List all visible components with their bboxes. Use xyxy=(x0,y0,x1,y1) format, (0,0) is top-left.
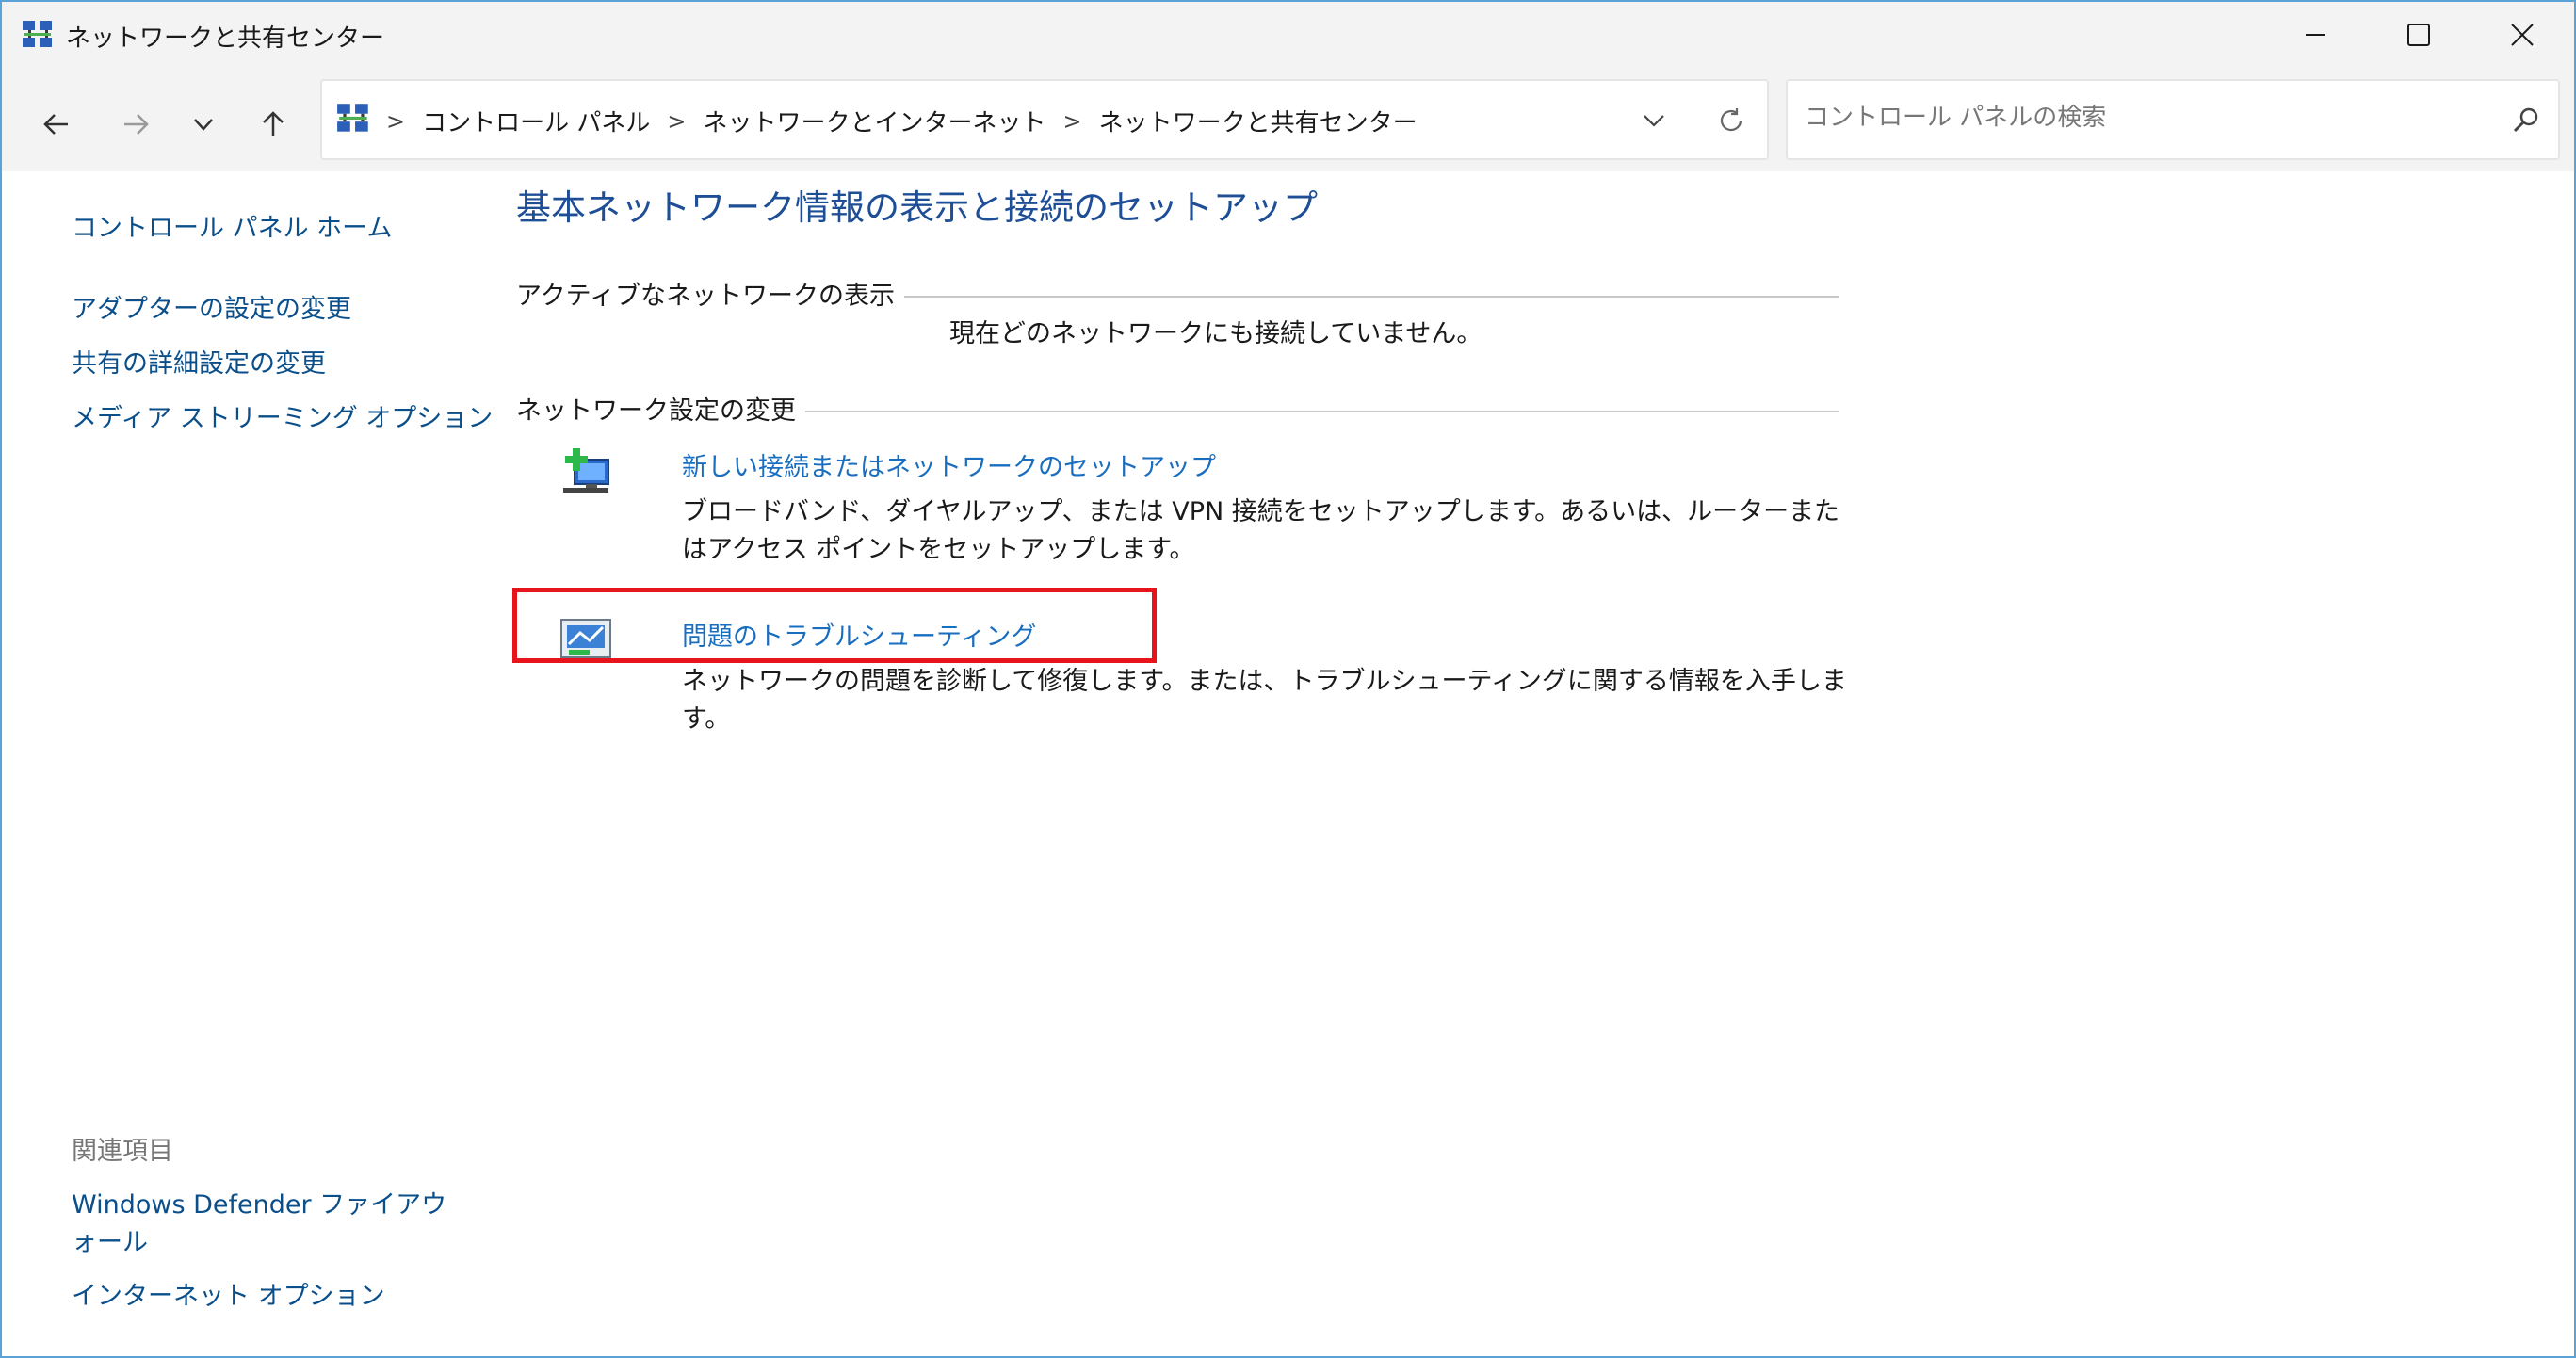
divider xyxy=(805,410,1839,412)
chevron-right-icon[interactable]: > xyxy=(667,108,686,135)
section-title: ネットワーク設定の変更 xyxy=(516,396,796,426)
sidebar-link-advanced-sharing[interactable]: 共有の詳細設定の変更 xyxy=(72,343,326,380)
back-button[interactable] xyxy=(36,104,77,145)
sidebar-link-control-panel-home[interactable]: コントロール パネル ホーム xyxy=(72,207,392,244)
change-settings-header: ネットワーク設定の変更 xyxy=(516,390,1839,427)
address-history-button[interactable] xyxy=(1635,102,1673,139)
breadcrumb-item-network-sharing-center[interactable]: ネットワークと共有センター xyxy=(1099,104,1418,138)
sidebar-link-defender-firewall[interactable]: Windows Defender ファイアウォール xyxy=(72,1187,467,1262)
highlight-box xyxy=(512,588,1157,663)
chevron-down-icon xyxy=(194,119,213,131)
address-bar[interactable]: > コントロール パネル > ネットワークとインターネット > ネットワークと共… xyxy=(320,79,1769,160)
maximize-icon xyxy=(2407,24,2430,46)
minimize-button[interactable] xyxy=(2263,2,2367,68)
refresh-button[interactable] xyxy=(1712,102,1750,139)
chevron-down-icon xyxy=(1644,115,1664,127)
content-area: コントロール パネル ホーム アダプターの設定の変更 共有の詳細設定の変更 メデ… xyxy=(2,171,2574,1356)
search-input[interactable] xyxy=(1805,104,2464,132)
forward-button[interactable] xyxy=(115,104,156,145)
active-networks-header: アクティブなネットワークの表示 xyxy=(516,275,1839,312)
new-connection-link[interactable]: 新しい接続またはネットワークのセットアップ xyxy=(682,446,1216,483)
section-title: アクティブなネットワークの表示 xyxy=(516,282,896,311)
breadcrumb: > コントロール パネル > ネットワークとインターネット > ネットワークと共… xyxy=(386,104,1418,138)
network-sharing-icon xyxy=(337,104,368,132)
refresh-icon xyxy=(1720,108,1742,132)
arrow-left-icon xyxy=(43,114,68,135)
new-connection-description: ブロードバンド、ダイヤルアップ、または VPN 接続をセットアップします。あるい… xyxy=(682,497,1840,564)
title-bar: ネットワークと共有センター xyxy=(2,2,2574,68)
window-title: ネットワークと共有センター xyxy=(66,24,385,53)
breadcrumb-item-control-panel[interactable]: コントロール パネル xyxy=(422,104,650,138)
divider xyxy=(904,295,1839,298)
minimize-icon xyxy=(2306,34,2325,36)
arrow-right-icon xyxy=(124,114,149,135)
page-title: 基本ネットワーク情報の表示と接続のセットアップ xyxy=(516,187,1318,228)
maximize-button[interactable] xyxy=(2367,2,2471,68)
recent-locations-button[interactable] xyxy=(183,104,224,145)
sidebar-link-internet-options[interactable]: インターネット オプション xyxy=(72,1275,385,1312)
up-button[interactable] xyxy=(252,104,294,145)
close-icon xyxy=(2511,24,2534,46)
sidebar-link-adapter-settings[interactable]: アダプターの設定の変更 xyxy=(72,288,351,325)
new-connection-icon xyxy=(563,448,609,493)
navigation-bar: > コントロール パネル > ネットワークとインターネット > ネットワークと共… xyxy=(2,68,2574,171)
chevron-right-icon[interactable]: > xyxy=(1063,108,1082,135)
network-sharing-icon xyxy=(23,21,52,47)
chevron-right-icon: > xyxy=(386,107,406,135)
search-icon[interactable] xyxy=(2509,104,2543,137)
arrow-up-icon xyxy=(263,111,284,136)
window: ネットワークと共有センター > コントロール パネル > ネットワークとインター… xyxy=(0,0,2576,1358)
breadcrumb-item-network-internet[interactable]: ネットワークとインターネット xyxy=(703,104,1045,138)
no-network-message: 現在どのネットワークにも接続していません。 xyxy=(949,319,1482,348)
troubleshoot-description: ネットワークの問題を診断して修復します。または、トラブルシューティングに関する情… xyxy=(682,667,1847,734)
close-button[interactable] xyxy=(2471,2,2574,68)
related-items-heading: 関連項目 xyxy=(72,1137,173,1166)
search-box[interactable] xyxy=(1786,79,2560,160)
sidebar-link-media-streaming[interactable]: メディア ストリーミング オプション xyxy=(72,397,493,434)
